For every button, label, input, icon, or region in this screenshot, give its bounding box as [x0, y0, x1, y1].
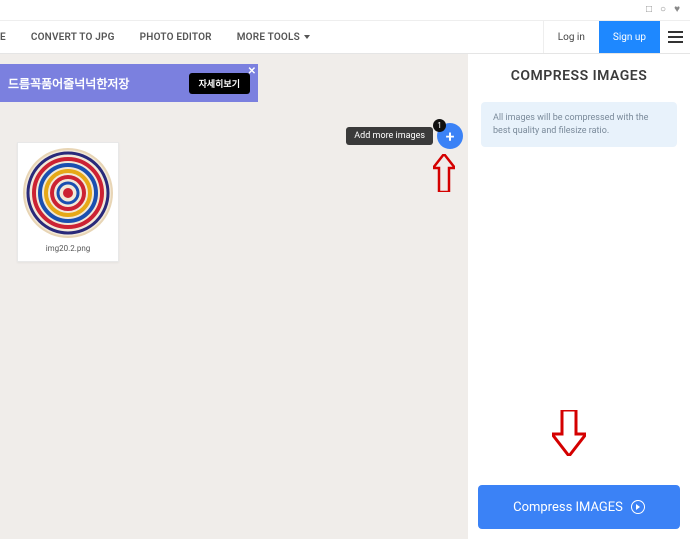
- nav-convert-to-jpg[interactable]: CONVERT TO JPG: [31, 32, 115, 43]
- image-count-badge: 1: [433, 119, 446, 132]
- ad-cta-button[interactable]: 자세히보기: [189, 73, 250, 94]
- image-thumbnail: [23, 148, 113, 238]
- toolbar-icon: □: [646, 4, 652, 15]
- nav-more-tools[interactable]: MORE TOOLS: [237, 32, 310, 43]
- menu-icon[interactable]: [660, 21, 690, 53]
- add-more-images-button[interactable]: 1: [437, 123, 463, 149]
- nav-more-tools-label: MORE TOOLS: [237, 32, 300, 43]
- ad-text: 드름꼭품어줄넉넉한저장: [8, 75, 129, 92]
- sidebar-panel: COMPRESS IMAGES All images will be compr…: [468, 54, 690, 539]
- sidebar-info-text: All images will be compressed with the b…: [481, 102, 677, 147]
- ad-banner[interactable]: 드름꼭품어줄넉넉한저장 자세히보기 ✕: [0, 64, 258, 102]
- workspace: 드름꼭품어줄넉넉한저장 자세히보기 ✕ img20.2.png Add more…: [0, 54, 468, 539]
- sidebar-title: COMPRESS IMAGES: [468, 68, 690, 84]
- toolbar-icon: ♥: [674, 4, 680, 15]
- annotation-arrow-down: [552, 410, 586, 456]
- login-button[interactable]: Log in: [543, 21, 599, 53]
- chevron-down-icon: [304, 35, 310, 39]
- nav-photo-editor[interactable]: PHOTO EDITOR: [140, 32, 212, 43]
- compress-button-label: Compress IMAGES: [513, 500, 623, 515]
- compress-images-button[interactable]: Compress IMAGES: [478, 485, 680, 529]
- image-card[interactable]: img20.2.png: [17, 142, 119, 262]
- nav-item[interactable]: E: [0, 32, 6, 43]
- add-more-tooltip: Add more images: [346, 127, 433, 145]
- image-filename: img20.2.png: [46, 244, 91, 253]
- annotation-arrow-up: [433, 154, 455, 192]
- arrow-circle-icon: [631, 500, 645, 514]
- close-icon[interactable]: ✕: [248, 66, 256, 77]
- main-toolbar: E CONVERT TO JPG PHOTO EDITOR MORE TOOLS…: [0, 21, 690, 54]
- toolbar-icon: ○: [660, 4, 666, 15]
- signup-button[interactable]: Sign up: [599, 21, 660, 53]
